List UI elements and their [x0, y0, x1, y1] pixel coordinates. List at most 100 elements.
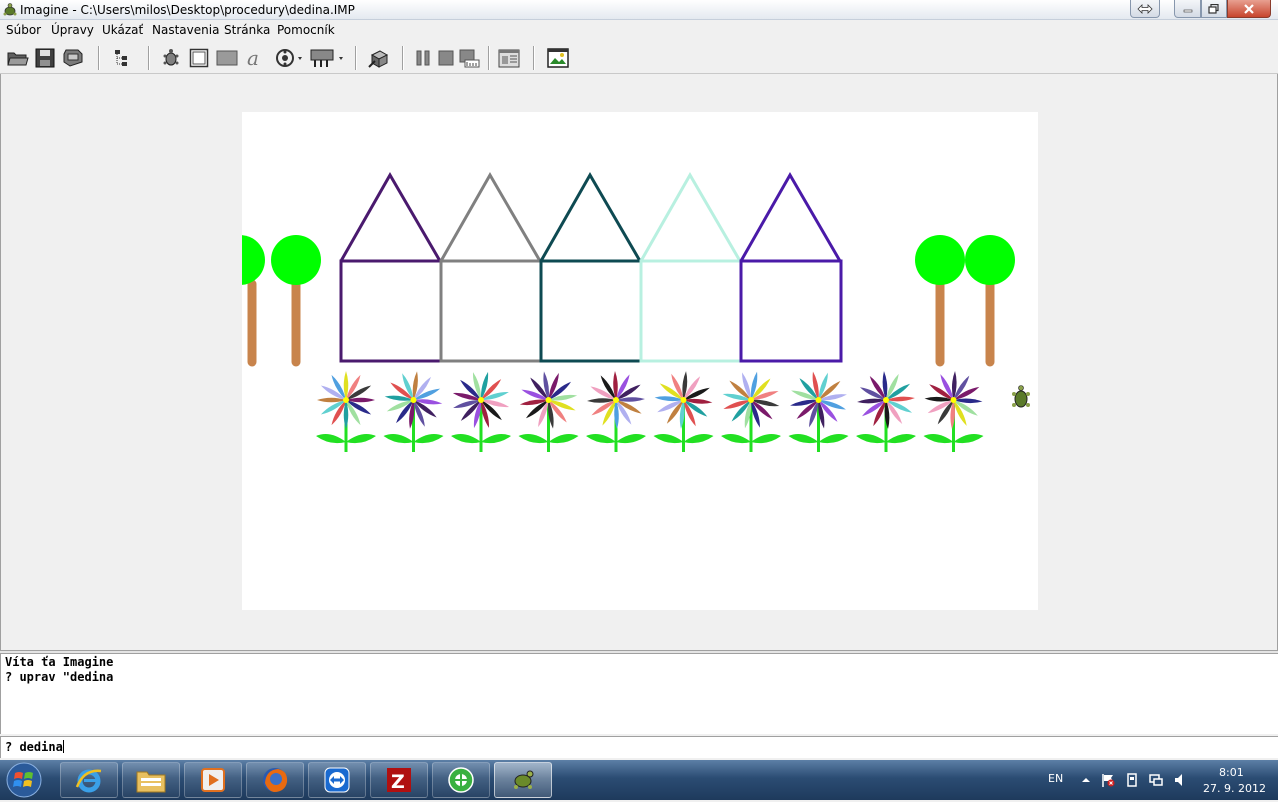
- maximize-button[interactable]: [1201, 0, 1227, 18]
- print-button[interactable]: [61, 46, 85, 70]
- toolbar: a: [0, 41, 1278, 74]
- flower-center: [343, 397, 349, 403]
- turtle-leg: [1012, 392, 1016, 396]
- flower-center: [613, 397, 619, 403]
- text-button[interactable]: a: [243, 46, 267, 70]
- tree-crown: [965, 235, 1015, 285]
- page-editor-button[interactable]: [497, 46, 521, 70]
- taskbar-teamviewer[interactable]: [308, 762, 366, 798]
- minimize-icon: [1183, 9, 1192, 12]
- rectangle-icon: [216, 50, 238, 66]
- menu-subor[interactable]: Súbor: [6, 23, 41, 37]
- house-wall: [639, 259, 743, 363]
- flower-leaf: [721, 434, 751, 444]
- stop-icon: [438, 50, 454, 66]
- house-roof: [439, 171, 542, 262]
- close-button[interactable]: [1227, 0, 1271, 18]
- clock-time[interactable]: 8:01: [1219, 766, 1244, 779]
- title-bar[interactable]: Imagine - C:\Users\milos\Desktop\procedu…: [0, 0, 1278, 20]
- taskbar-internet-explorer[interactable]: [60, 762, 118, 798]
- network-icon[interactable]: [1148, 772, 1164, 788]
- flower-leaf: [518, 434, 549, 444]
- menu-pomocnik[interactable]: Pomocník: [277, 23, 335, 37]
- minimize-button[interactable]: [1174, 0, 1201, 18]
- taskbar-filezilla[interactable]: Z: [370, 762, 428, 798]
- open-folder-icon: [7, 52, 29, 66]
- button-object-button[interactable]: [309, 46, 345, 70]
- console-output[interactable]: Víta ťa Imagine ? uprav "dedina: [0, 654, 1278, 734]
- turtle-leg: [1026, 403, 1030, 407]
- close-icon: [1244, 3, 1254, 14]
- open-button[interactable]: [6, 46, 30, 70]
- flower-leaf: [886, 434, 916, 444]
- stop-button[interactable]: [434, 46, 458, 70]
- flower-leaf: [316, 434, 346, 444]
- turtle-leg: [1012, 403, 1016, 407]
- command-input[interactable]: ? dedina: [5, 740, 64, 754]
- project-tree-button[interactable]: [110, 46, 134, 70]
- save-disk-icon: [35, 48, 55, 68]
- run-button[interactable]: [457, 46, 481, 70]
- print-icon: [63, 49, 83, 67]
- restore-arrows-button[interactable]: [1130, 0, 1160, 18]
- taskbar-media-player[interactable]: [184, 762, 242, 798]
- menu-upravy[interactable]: Úpravy: [51, 23, 94, 37]
- taskbar-imagine[interactable]: [494, 762, 552, 798]
- flower-leaf: [548, 434, 579, 444]
- flower-leaf: [856, 434, 886, 444]
- start-button[interactable]: [4, 762, 44, 798]
- flower-center: [478, 397, 484, 403]
- picture-button[interactable]: [546, 46, 570, 70]
- pause-button[interactable]: [411, 46, 435, 70]
- flower-leaf: [751, 434, 781, 444]
- clock-date[interactable]: 27. 9. 2012: [1203, 782, 1266, 795]
- file-explorer-icon: [136, 771, 166, 793]
- frame-button[interactable]: [187, 46, 211, 70]
- flower-center: [410, 397, 417, 403]
- house-wall: [539, 259, 643, 363]
- menu-stranka[interactable]: Stránka: [224, 23, 270, 37]
- save-button[interactable]: [33, 46, 57, 70]
- show-hidden-icons-icon[interactable]: [1078, 772, 1094, 788]
- svg-text:a: a: [247, 48, 259, 68]
- taskbar-file-explorer[interactable]: [122, 762, 180, 798]
- text-a-icon: a: [247, 48, 259, 68]
- menu-ukazat[interactable]: Ukázať: [102, 23, 143, 37]
- taskbar-greenshot[interactable]: [432, 762, 490, 798]
- imagine-window: Imagine - C:\Users\milos\Desktop\procedu…: [0, 0, 1278, 760]
- turtle-icon: [163, 49, 179, 66]
- flower-leaf: [383, 434, 414, 444]
- command-line[interactable]: ? dedina: [0, 736, 1278, 758]
- turtle-shell: [1014, 390, 1028, 408]
- flower-center: [545, 397, 552, 403]
- flower-leaf: [481, 434, 511, 444]
- toolbar-separator: [533, 46, 535, 70]
- flower-leaf: [788, 434, 819, 444]
- rectangle-button[interactable]: [215, 46, 239, 70]
- house-wall: [339, 259, 443, 363]
- filezilla-icon: Z: [387, 768, 411, 793]
- new-turtle-button[interactable]: [159, 46, 183, 70]
- action-center-flag-icon[interactable]: [1100, 772, 1116, 788]
- language-indicator[interactable]: EN: [1048, 772, 1063, 785]
- drawing-page[interactable]: [242, 112, 1038, 610]
- media-player-button[interactable]: [273, 46, 303, 70]
- device-icon[interactable]: [1124, 772, 1140, 788]
- button-icon: [310, 49, 343, 67]
- flower-leaf: [451, 434, 481, 444]
- flower-leaf: [616, 434, 646, 444]
- tree-crown: [271, 235, 321, 285]
- teamviewer-icon: [324, 767, 350, 793]
- internet-explorer-icon: [75, 769, 102, 793]
- taskbar-firefox[interactable]: [246, 762, 304, 798]
- maximize-icon: [1208, 3, 1219, 14]
- volume-icon[interactable]: [1172, 772, 1188, 788]
- flower-leaf: [346, 434, 376, 444]
- text-caret: [62, 740, 64, 753]
- settings-cube-button[interactable]: [366, 46, 390, 70]
- console-line: Víta ťa Imagine: [5, 655, 114, 669]
- greenshot-icon: [448, 767, 474, 793]
- project-tree-icon: [115, 50, 127, 66]
- menu-bar: Súbor Úpravy Ukázať Nastavenia Stránka P…: [0, 20, 1278, 41]
- menu-nastavenia[interactable]: Nastavenia: [152, 23, 219, 37]
